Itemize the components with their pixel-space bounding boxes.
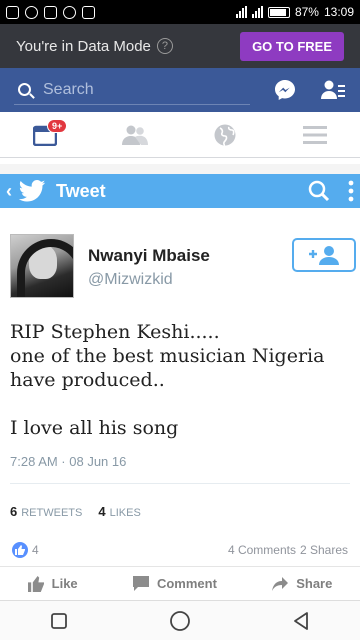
friends-icon — [122, 125, 148, 145]
data-mode-banner: You're in Data Mode ? GO TO FREE — [0, 24, 360, 68]
thumbs-up-icon — [27, 575, 44, 592]
friend-requests-icon[interactable] — [320, 77, 346, 103]
messenger-icon[interactable] — [272, 77, 298, 103]
comments-count[interactable]: 4 Comments — [228, 543, 296, 557]
menu-icon — [303, 125, 327, 144]
system-nav-bar — [0, 600, 360, 640]
retweets-stat: 6 RETWEETS — [10, 504, 82, 519]
tweet-timestamp: 7:28 AM · 08 Jun 16 — [10, 454, 127, 469]
tweet-author-handle: @Mizwizkid — [88, 271, 173, 288]
notification-icons — [6, 5, 95, 19]
whatsapp-icon — [25, 5, 38, 19]
divider — [10, 483, 350, 484]
battery-icon — [267, 6, 290, 18]
battery-percent: 87% — [294, 5, 319, 19]
signal-2-icon — [251, 6, 263, 18]
message-icon — [44, 5, 57, 19]
likes-count: 4 — [98, 504, 106, 519]
tab-news-feed[interactable]: 9+ — [25, 115, 68, 155]
feed: ‹ Tweet Nwanyi Mbaise @Mizwizkid RIP Ste… — [0, 158, 360, 600]
comment-label: Comment — [156, 576, 217, 591]
globe-icon — [214, 124, 236, 146]
tab-menu[interactable] — [295, 115, 335, 155]
tweet-author-name: Nwanyi Mbaise — [88, 246, 210, 265]
screen: 87% 13:09 You're in Data Mode ? GO TO FR… — [0, 0, 360, 640]
comment-icon — [132, 576, 149, 591]
tweet-text: RIP Stephen Keshi..... one of the best m… — [10, 321, 325, 439]
share-button[interactable]: Share — [272, 576, 332, 591]
image-icon — [82, 5, 95, 19]
main-tabs: 9+ — [0, 112, 360, 158]
tab-friends[interactable] — [115, 115, 155, 155]
avatar — [10, 234, 74, 298]
home-icon[interactable] — [169, 610, 191, 632]
twitter-bird-icon — [18, 180, 46, 202]
back-chevron-icon: ‹ — [6, 180, 12, 201]
like-label: Like — [51, 576, 78, 591]
search-input[interactable]: Search — [14, 75, 251, 105]
help-icon[interactable]: ? — [156, 38, 173, 54]
vpn-icon — [6, 5, 19, 19]
like-reaction-icon — [12, 542, 28, 558]
add-user-icon — [309, 246, 339, 265]
tweet-stats: 6 RETWEETS 4 LIKES — [10, 504, 141, 519]
share-icon — [272, 576, 289, 591]
likes-stat: 4 LIKES — [98, 504, 140, 519]
search-icon — [18, 83, 31, 96]
back-icon[interactable] — [292, 611, 310, 631]
signal-icon — [235, 6, 247, 18]
shares-count[interactable]: 2 Shares — [300, 543, 348, 557]
retweets-label: RETWEETS — [21, 507, 83, 519]
clock: 13:09 — [323, 5, 354, 19]
likes-label: LIKES — [109, 507, 141, 519]
more-vertical-icon — [348, 180, 354, 202]
comment-button[interactable]: Comment — [132, 576, 217, 591]
recents-icon[interactable] — [50, 612, 68, 630]
twitter-header-bar: ‹ Tweet — [0, 174, 360, 208]
like-button[interactable]: Like — [27, 575, 78, 592]
twitter-search-icon — [308, 180, 330, 202]
tab-globe[interactable] — [205, 115, 245, 155]
share-label: Share — [296, 576, 333, 591]
follow-button — [292, 238, 356, 272]
post-actions: Like Comment Share — [0, 566, 360, 600]
like-count[interactable]: 4 — [32, 543, 39, 557]
app-header: Search — [0, 68, 360, 112]
tweet-card: Nwanyi Mbaise @Mizwizkid RIP Stephen Kes… — [0, 208, 360, 519]
reactions-row: 4 4 Comments 2 Shares — [12, 540, 348, 560]
notification-badge: 9+ — [47, 118, 68, 133]
search-placeholder: Search — [43, 80, 94, 98]
go-to-free-button[interactable]: GO TO FREE — [240, 31, 344, 61]
twitter-bar-title: Tweet — [56, 180, 106, 201]
data-saver-icon — [63, 5, 76, 19]
retweets-count: 6 — [10, 504, 18, 519]
status-bar: 87% 13:09 — [0, 0, 360, 24]
data-mode-text: You're in Data Mode — [16, 37, 151, 55]
